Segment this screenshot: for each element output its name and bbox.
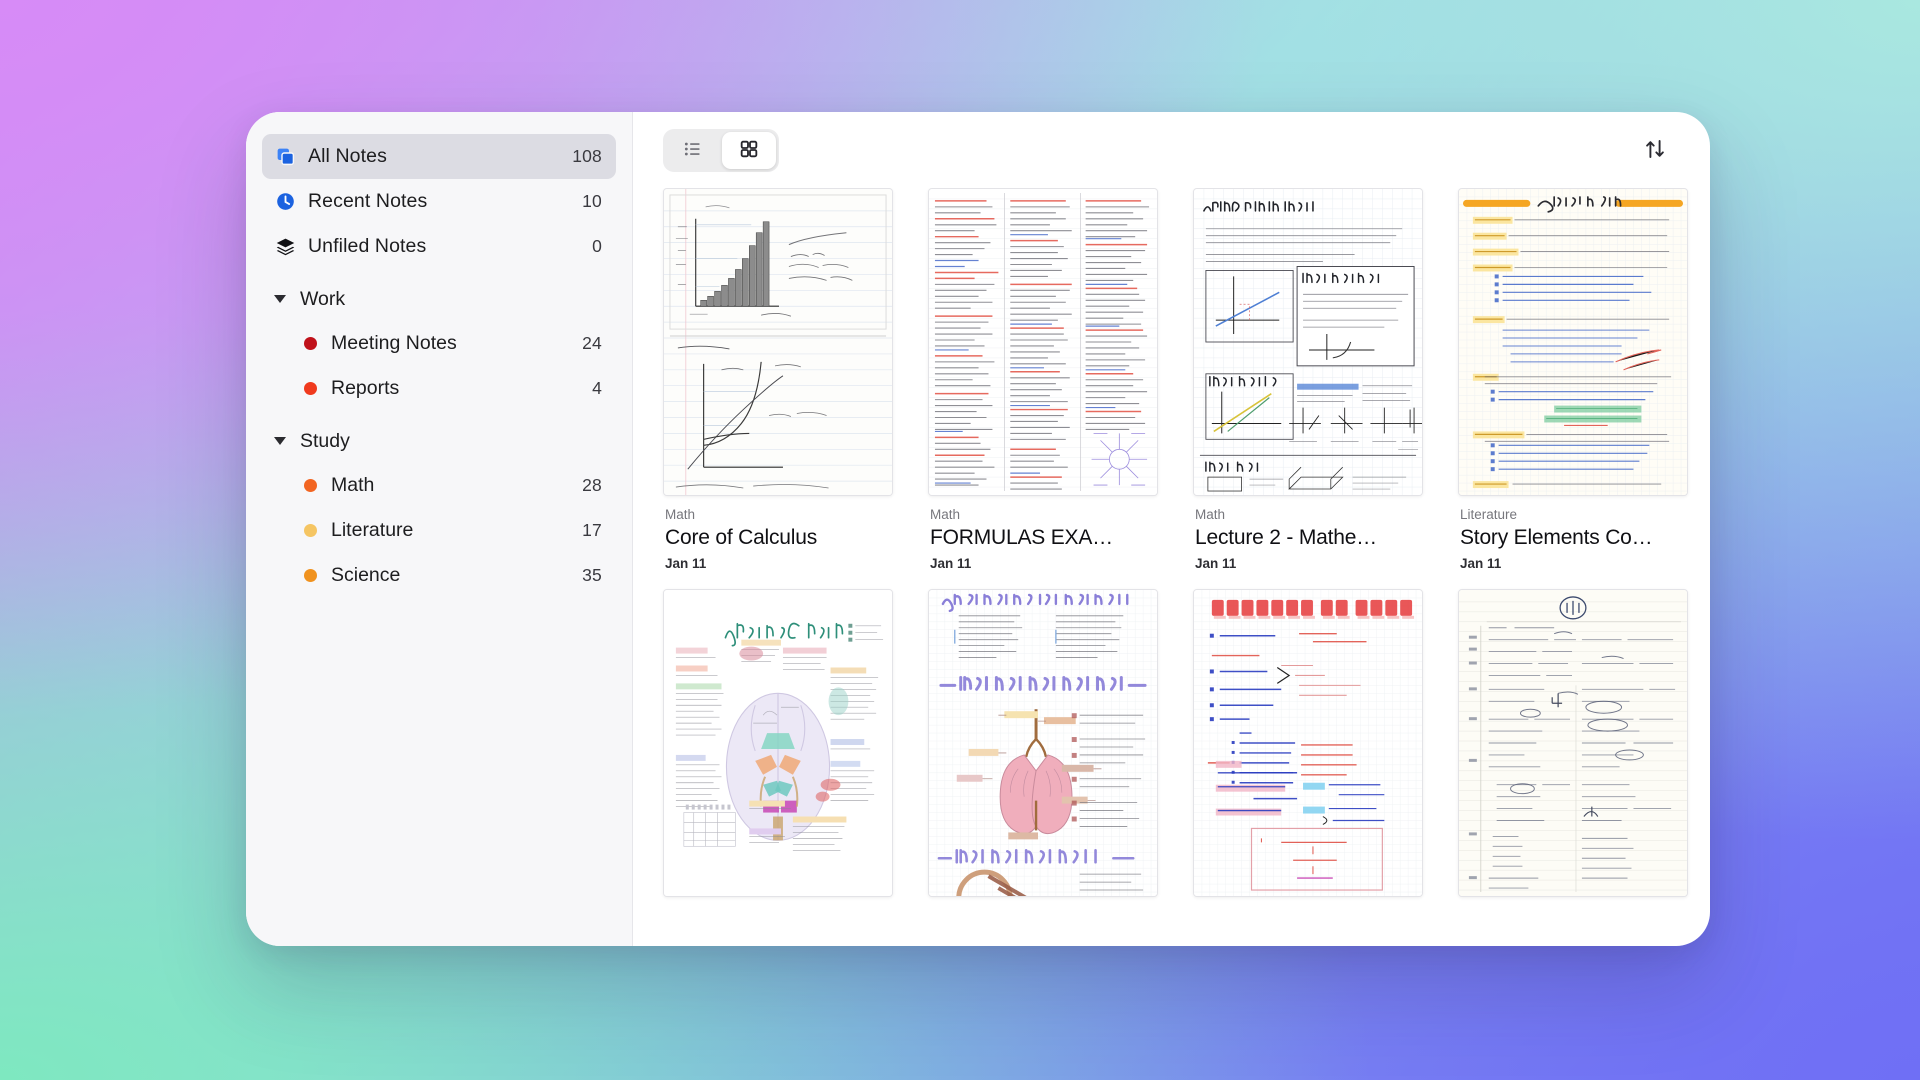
sidebar-item-label: Recent Notes bbox=[308, 190, 428, 212]
toolbar bbox=[633, 112, 1710, 188]
layers-icon bbox=[274, 236, 296, 257]
note-title: Story Elements Co… bbox=[1460, 526, 1653, 549]
sidebar-item-math[interactable]: Math 28 bbox=[262, 463, 616, 508]
chevron-down-icon bbox=[274, 295, 286, 303]
sidebar-item-count: 4 bbox=[592, 378, 602, 398]
sidebar-item-count: 17 bbox=[582, 520, 602, 540]
note-card[interactable]: Literature Story Elements Co… Jan 11 bbox=[1458, 188, 1688, 571]
list-icon bbox=[683, 139, 703, 162]
sidebar-item-count: 24 bbox=[582, 333, 602, 353]
copy-stack-icon bbox=[274, 146, 296, 167]
grid-view-button[interactable] bbox=[722, 131, 776, 169]
note-title: Lecture 2 - Mathe… bbox=[1195, 526, 1377, 549]
note-card[interactable] bbox=[1458, 589, 1688, 897]
sidebar-item-meeting-notes[interactable]: Meeting Notes 24 bbox=[262, 321, 616, 366]
note-card[interactable] bbox=[928, 589, 1158, 897]
sort-arrows-icon bbox=[1643, 137, 1667, 164]
sidebar-item-science[interactable]: Science 35 bbox=[262, 553, 616, 598]
sidebar-item-literature[interactable]: Literature 17 bbox=[262, 508, 616, 553]
note-category: Math bbox=[665, 507, 696, 522]
list-view-button[interactable] bbox=[666, 132, 720, 169]
note-thumbnail-pencil-math bbox=[1458, 589, 1688, 897]
sidebar-group-study[interactable]: Study bbox=[262, 419, 616, 463]
note-thumbnail-story-elements bbox=[1458, 188, 1688, 496]
clock-icon bbox=[274, 191, 296, 212]
note-meta: Math FORMULAS EXA… Jan 11 bbox=[928, 496, 1158, 571]
note-thumbnail-ventilation bbox=[928, 589, 1158, 897]
folder-color-dot bbox=[304, 382, 317, 395]
note-date: Jan 11 bbox=[1460, 556, 1502, 571]
note-date: Jan 11 bbox=[665, 556, 707, 571]
folder-color-dot bbox=[304, 569, 317, 582]
note-meta: Literature Story Elements Co… Jan 11 bbox=[1458, 496, 1688, 571]
sidebar-group-label: Work bbox=[300, 287, 346, 310]
note-title: Core of Calculus bbox=[665, 526, 818, 549]
sidebar-item-count: 28 bbox=[582, 475, 602, 495]
note-category: Math bbox=[1195, 507, 1226, 522]
note-thumbnail-formulas bbox=[928, 188, 1158, 496]
sidebar-item-reports[interactable]: Reports 4 bbox=[262, 366, 616, 411]
sidebar-item-label: Reports bbox=[331, 377, 400, 399]
sidebar-item-count: 0 bbox=[592, 236, 602, 256]
note-thumbnail-calculus bbox=[663, 188, 893, 496]
sidebar-group-label: Study bbox=[300, 429, 350, 452]
folder-color-dot bbox=[304, 479, 317, 492]
note-thumbnail-pares-craneales bbox=[663, 589, 893, 897]
note-card[interactable]: Math Lecture 2 - Mathe… Jan 11 bbox=[1193, 188, 1423, 571]
notes-grid: Math Core of Calculus Jan 11 Math FORMUL… bbox=[633, 188, 1710, 946]
notes-app-window: All Notes 108 Recent Notes 10 Unfiled No… bbox=[246, 112, 1710, 946]
sidebar-group-work[interactable]: Work bbox=[262, 277, 616, 321]
sidebar-item-unfiled-notes[interactable]: Unfiled Notes 0 bbox=[262, 224, 616, 269]
folder-color-dot bbox=[304, 524, 317, 537]
sidebar-item-all-notes[interactable]: All Notes 108 bbox=[262, 134, 616, 179]
main-content: Math Core of Calculus Jan 11 Math FORMUL… bbox=[633, 112, 1710, 946]
sidebar-item-label: Literature bbox=[331, 519, 414, 541]
folder-color-dot bbox=[304, 337, 317, 350]
sidebar-item-label: Math bbox=[331, 474, 375, 496]
note-category: Math bbox=[930, 507, 961, 522]
sidebar-item-recent-notes[interactable]: Recent Notes 10 bbox=[262, 179, 616, 224]
note-date: Jan 11 bbox=[1195, 556, 1237, 571]
note-card[interactable] bbox=[1193, 589, 1423, 897]
note-title: FORMULAS EXA… bbox=[930, 526, 1113, 549]
note-meta: Math Core of Calculus Jan 11 bbox=[663, 496, 893, 571]
sidebar-item-label: All Notes bbox=[308, 145, 387, 167]
sort-button[interactable] bbox=[1638, 133, 1672, 167]
note-card[interactable]: Math Core of Calculus Jan 11 bbox=[663, 188, 893, 571]
sidebar-item-count: 10 bbox=[582, 191, 602, 211]
chevron-down-icon bbox=[274, 437, 286, 445]
note-thumbnail-anatomy-of-nose bbox=[1193, 589, 1423, 897]
note-date: Jan 11 bbox=[930, 556, 972, 571]
sidebar-item-label: Meeting Notes bbox=[331, 332, 457, 354]
note-card[interactable]: Math FORMULAS EXA… Jan 11 bbox=[928, 188, 1158, 571]
sidebar-item-label: Unfiled Notes bbox=[308, 235, 427, 257]
grid-icon bbox=[739, 139, 759, 162]
sidebar: All Notes 108 Recent Notes 10 Unfiled No… bbox=[246, 112, 633, 946]
sidebar-item-count: 35 bbox=[582, 565, 602, 585]
view-mode-segmented-control bbox=[663, 128, 779, 172]
note-category: Literature bbox=[1460, 507, 1518, 522]
sidebar-item-count: 108 bbox=[572, 146, 602, 166]
note-thumbnail-relationships bbox=[1193, 188, 1423, 496]
note-meta: Math Lecture 2 - Mathe… Jan 11 bbox=[1193, 496, 1423, 571]
note-card[interactable] bbox=[663, 589, 893, 897]
sidebar-item-label: Science bbox=[331, 564, 401, 586]
